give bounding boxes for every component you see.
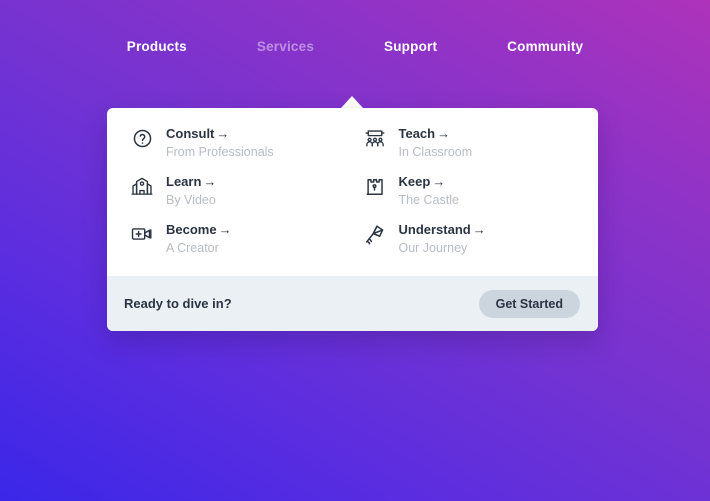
menu-item-title: Consult → [166, 126, 230, 141]
menu-item-consult[interactable]: Consult → From Professionals [131, 124, 342, 172]
menu-item-title: Become → [166, 222, 232, 237]
nav-item-community[interactable]: Community [507, 39, 583, 54]
menu-item-understand[interactable]: Understand → Our Journey [364, 220, 575, 268]
main-navigation: Products Services Support Community [0, 34, 710, 58]
footer-prompt-text: Ready to dive in? [124, 296, 232, 311]
menu-item-title: Learn → [166, 174, 217, 189]
arrow-right-icon: → [216, 126, 230, 141]
menu-item-subtitle: The Castle [398, 193, 459, 207]
menu-item-text: Keep → The Castle [399, 174, 459, 208]
dropdown-menu-grid: Consult → From Professionals Teach → In … [107, 108, 598, 276]
menu-item-teach[interactable]: Teach → In Classroom [364, 124, 575, 172]
arrow-right-icon: → [218, 222, 232, 237]
menu-item-text: Teach → In Classroom [399, 126, 473, 160]
menu-item-title: Teach → [398, 126, 451, 141]
get-started-button[interactable]: Get Started [478, 289, 580, 318]
menu-item-text: Understand → Our Journey [399, 222, 486, 256]
school-building-icon [131, 175, 153, 197]
menu-item-keep[interactable]: Keep → The Castle [364, 172, 575, 220]
menu-item-text: Learn → By Video [166, 174, 216, 208]
arrow-right-icon: → [437, 126, 451, 141]
kite-icon [364, 223, 386, 245]
menu-item-text: Consult → From Professionals [166, 126, 274, 160]
arrow-right-icon: → [472, 222, 486, 237]
dropdown-caret-icon [341, 96, 363, 108]
menu-item-become[interactable]: Become → A Creator [131, 220, 342, 268]
nav-item-services[interactable]: Services [257, 39, 314, 54]
menu-item-title: Keep → [398, 174, 446, 189]
nav-item-products[interactable]: Products [127, 39, 187, 54]
services-dropdown-panel: Consult → From Professionals Teach → In … [107, 108, 598, 331]
menu-item-learn[interactable]: Learn → By Video [131, 172, 342, 220]
menu-item-title: Understand → [398, 222, 486, 237]
menu-item-subtitle: By Video [166, 193, 216, 207]
classroom-icon [364, 127, 386, 149]
arrow-right-icon: → [203, 174, 217, 189]
dropdown-footer: Ready to dive in? Get Started [107, 276, 598, 331]
menu-item-text: Become → A Creator [166, 222, 232, 256]
question-circle-icon [131, 127, 153, 149]
castle-keep-icon [364, 175, 386, 197]
menu-item-subtitle: In Classroom [398, 145, 473, 159]
menu-item-subtitle: Our Journey [398, 241, 468, 255]
arrow-right-icon: → [432, 174, 446, 189]
nav-item-support[interactable]: Support [384, 39, 437, 54]
menu-item-subtitle: From Professionals [166, 145, 274, 159]
menu-item-subtitle: A Creator [166, 241, 219, 255]
video-plus-icon [131, 223, 153, 245]
